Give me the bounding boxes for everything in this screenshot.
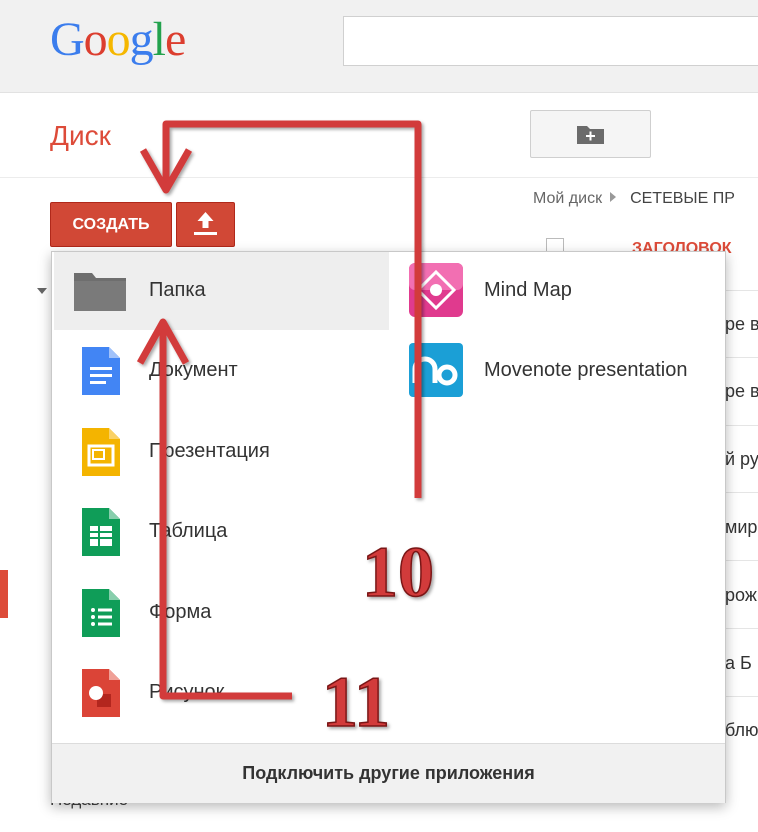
folder-plus-icon — [577, 126, 604, 144]
movenote-app-icon — [409, 343, 463, 397]
upload-icon — [194, 212, 217, 235]
list-item[interactable]: ре в — [725, 314, 758, 335]
menu-item-mindmap[interactable]: Mind Map — [400, 252, 720, 330]
new-folder-button[interactable] — [530, 110, 651, 158]
page-title: Диск — [50, 120, 111, 151]
breadcrumb-current[interactable]: СЕТЕВЫЕ ПР — [630, 190, 735, 207]
menu-item-drawing[interactable]: Рисунок — [54, 652, 389, 730]
menu-item-spreadsheet[interactable]: Таблица — [54, 492, 389, 570]
breadcrumb: Мой диск СЕТЕВЫЕ ПР — [533, 190, 735, 208]
upload-button[interactable] — [176, 202, 235, 247]
menu-item-label: Movenote presentation — [484, 359, 688, 381]
list-item[interactable]: ре в — [725, 381, 758, 402]
folder-icon — [74, 273, 126, 311]
breadcrumb-root[interactable]: Мой диск — [533, 190, 602, 207]
menu-item-label: Таблица — [149, 520, 228, 542]
menu-item-document[interactable]: Документ — [54, 332, 389, 410]
menu-item-folder[interactable]: Папка — [54, 252, 389, 330]
list-item[interactable]: а Б — [725, 653, 752, 674]
menu-item-label: Mind Map — [484, 279, 572, 301]
menu-item-form[interactable]: Форма — [54, 572, 389, 650]
row-divider — [726, 628, 758, 629]
document-icon — [82, 347, 120, 395]
list-item[interactable]: й ру — [725, 449, 758, 470]
top-bar: Google — [0, 0, 758, 93]
create-button[interactable]: СОЗДАТЬ — [50, 202, 172, 247]
menu-item-label: Рисунок — [149, 681, 225, 703]
google-logo[interactable]: Google — [50, 12, 186, 67]
search-input[interactable] — [343, 16, 758, 66]
spreadsheet-icon — [82, 508, 120, 556]
menu-item-movenote[interactable]: Movenote presentation — [400, 332, 720, 410]
list-item[interactable]: блю — [725, 720, 758, 741]
row-divider — [726, 425, 758, 426]
list-item[interactable]: мир — [725, 517, 757, 538]
row-divider — [726, 290, 758, 291]
create-menu: Папка Документ Презентация Таблица Форма… — [51, 251, 726, 803]
breadcrumb-arrow-icon — [610, 192, 617, 202]
mindmap-app-icon — [409, 263, 463, 317]
expand-caret-icon[interactable] — [37, 288, 47, 294]
list-item[interactable]: рож — [725, 585, 757, 606]
menu-item-presentation[interactable]: Презентация — [54, 412, 389, 490]
menu-item-label: Презентация — [149, 440, 270, 462]
menu-item-label: Папка — [149, 279, 206, 301]
row-divider — [726, 560, 758, 561]
drawing-icon — [82, 669, 120, 717]
menu-item-label: Форма — [149, 601, 212, 623]
menu-item-label: Документ — [149, 359, 238, 381]
row-divider — [726, 357, 758, 358]
connect-more-apps-button[interactable]: Подключить другие приложения — [52, 743, 725, 803]
row-divider — [726, 492, 758, 493]
row-divider — [726, 696, 758, 697]
form-icon — [82, 589, 120, 637]
presentation-icon — [82, 428, 120, 476]
selected-nav-indicator — [0, 570, 8, 618]
